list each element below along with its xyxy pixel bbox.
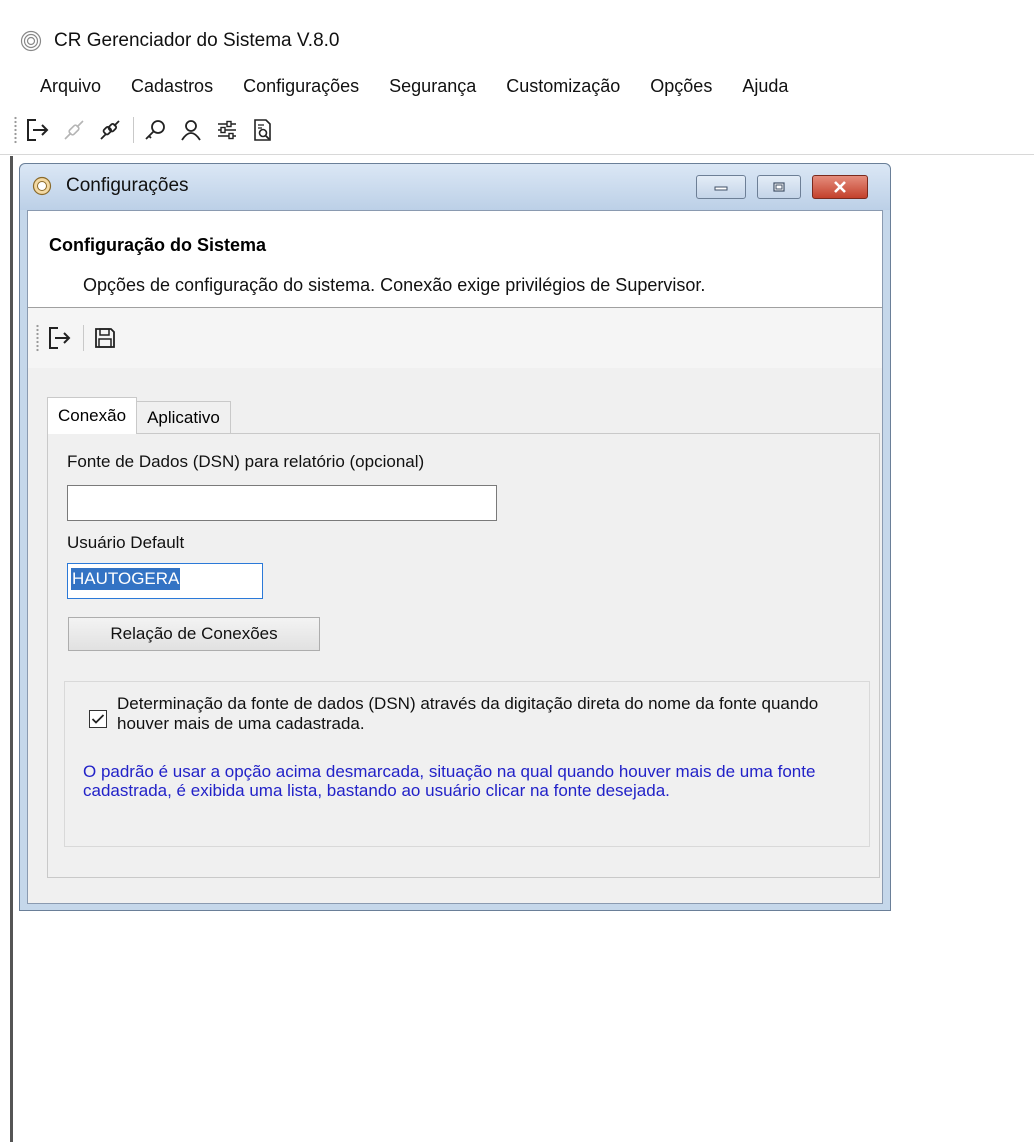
- mdi-left-edge: [10, 156, 13, 1142]
- report-preview-icon: [254, 119, 271, 141]
- user-icon: [181, 120, 201, 141]
- header-panel: Configuração do Sistema Opções de config…: [28, 211, 882, 308]
- app-title: CR Gerenciador do Sistema V.8.0: [54, 30, 340, 51]
- config-toolbar: [28, 308, 882, 368]
- toolbar-grip[interactable]: [14, 116, 17, 144]
- user-button[interactable]: [176, 115, 206, 145]
- main-toolbar: [14, 110, 1034, 150]
- config-window: Configurações Configuração do Sistema Op…: [19, 163, 891, 911]
- toolbar-divider: [0, 154, 1034, 155]
- toolbar-separator: [133, 117, 134, 143]
- dsn-label: Fonte de Dados (DSN) para relatório (opc…: [67, 452, 425, 471]
- connections-list-button[interactable]: Relação de Conexões: [68, 617, 320, 651]
- menu-cadastros[interactable]: Cadastros: [117, 74, 227, 99]
- config-exit-button[interactable]: [45, 323, 75, 353]
- menu-seguranca[interactable]: Segurança: [375, 74, 490, 99]
- config-toolbar-separator: [83, 325, 84, 351]
- page-description: Opções de configuração do sistema. Conex…: [83, 275, 706, 295]
- restore-icon: [773, 182, 785, 192]
- disconnect-button[interactable]: [59, 115, 89, 145]
- report-preview-button[interactable]: [248, 115, 278, 145]
- dsn-info-text: O padrão é usar a opção acima desmarcada…: [83, 762, 816, 800]
- tab-page-conexao: Fonte de Dados (DSN) para relatório (opc…: [47, 433, 880, 878]
- window-icon: [32, 176, 52, 196]
- tab-conexao[interactable]: Conexão: [47, 397, 138, 434]
- menu-opcoes[interactable]: Opções: [636, 74, 726, 99]
- dsn-direct-checkbox[interactable]: [89, 710, 107, 728]
- menu-bar: Arquivo Cadastros Configurações Seguranç…: [28, 70, 804, 102]
- exit-button[interactable]: [23, 115, 53, 145]
- restore-button[interactable]: [757, 175, 801, 199]
- user-default-input[interactable]: HAUTOGERA: [67, 563, 263, 599]
- save-icon: [95, 328, 115, 348]
- user-default-value: HAUTOGERA: [71, 568, 181, 590]
- config-toolbar-grip[interactable]: [36, 324, 39, 352]
- checkmark-icon: [91, 714, 105, 724]
- connect-button[interactable]: [95, 115, 125, 145]
- menu-customizacao[interactable]: Customização: [492, 74, 634, 99]
- minimize-icon: [714, 186, 728, 191]
- settings-sliders-icon: [218, 120, 236, 140]
- save-button[interactable]: [90, 323, 120, 353]
- dsn-direct-checkbox-label[interactable]: Determinação da fonte de dados (DSN) atr…: [117, 694, 847, 734]
- close-icon: [834, 181, 846, 193]
- dsn-options-group: Determinação da fonte de dados (DSN) atr…: [64, 681, 870, 847]
- app-title-bar: CR Gerenciador do Sistema V.8.0: [20, 24, 340, 58]
- settings-sliders-button[interactable]: [212, 115, 242, 145]
- config-window-titlebar[interactable]: Configurações: [20, 164, 890, 210]
- config-window-client: Configuração do Sistema Opções de config…: [27, 210, 883, 904]
- disconnect-icon: [64, 120, 84, 140]
- page-title: Configuração do Sistema: [49, 235, 267, 255]
- tab-strip: Conexão Aplicativo: [47, 397, 231, 434]
- connect-icon: [100, 120, 120, 140]
- key-button[interactable]: [140, 115, 170, 145]
- exit-icon: [49, 327, 71, 349]
- app-logo-icon: [20, 30, 42, 52]
- config-window-title: Configurações: [66, 175, 189, 196]
- menu-arquivo[interactable]: Arquivo: [28, 74, 115, 99]
- user-default-label: Usuário Default: [67, 533, 185, 552]
- tab-aplicativo[interactable]: Aplicativo: [136, 401, 231, 433]
- minimize-button[interactable]: [696, 175, 746, 199]
- menu-configuracoes[interactable]: Configurações: [229, 74, 373, 99]
- exit-icon: [27, 119, 49, 141]
- close-button[interactable]: [812, 175, 868, 199]
- dsn-input[interactable]: [67, 485, 497, 521]
- menu-ajuda[interactable]: Ajuda: [728, 74, 802, 99]
- key-icon: [145, 120, 165, 140]
